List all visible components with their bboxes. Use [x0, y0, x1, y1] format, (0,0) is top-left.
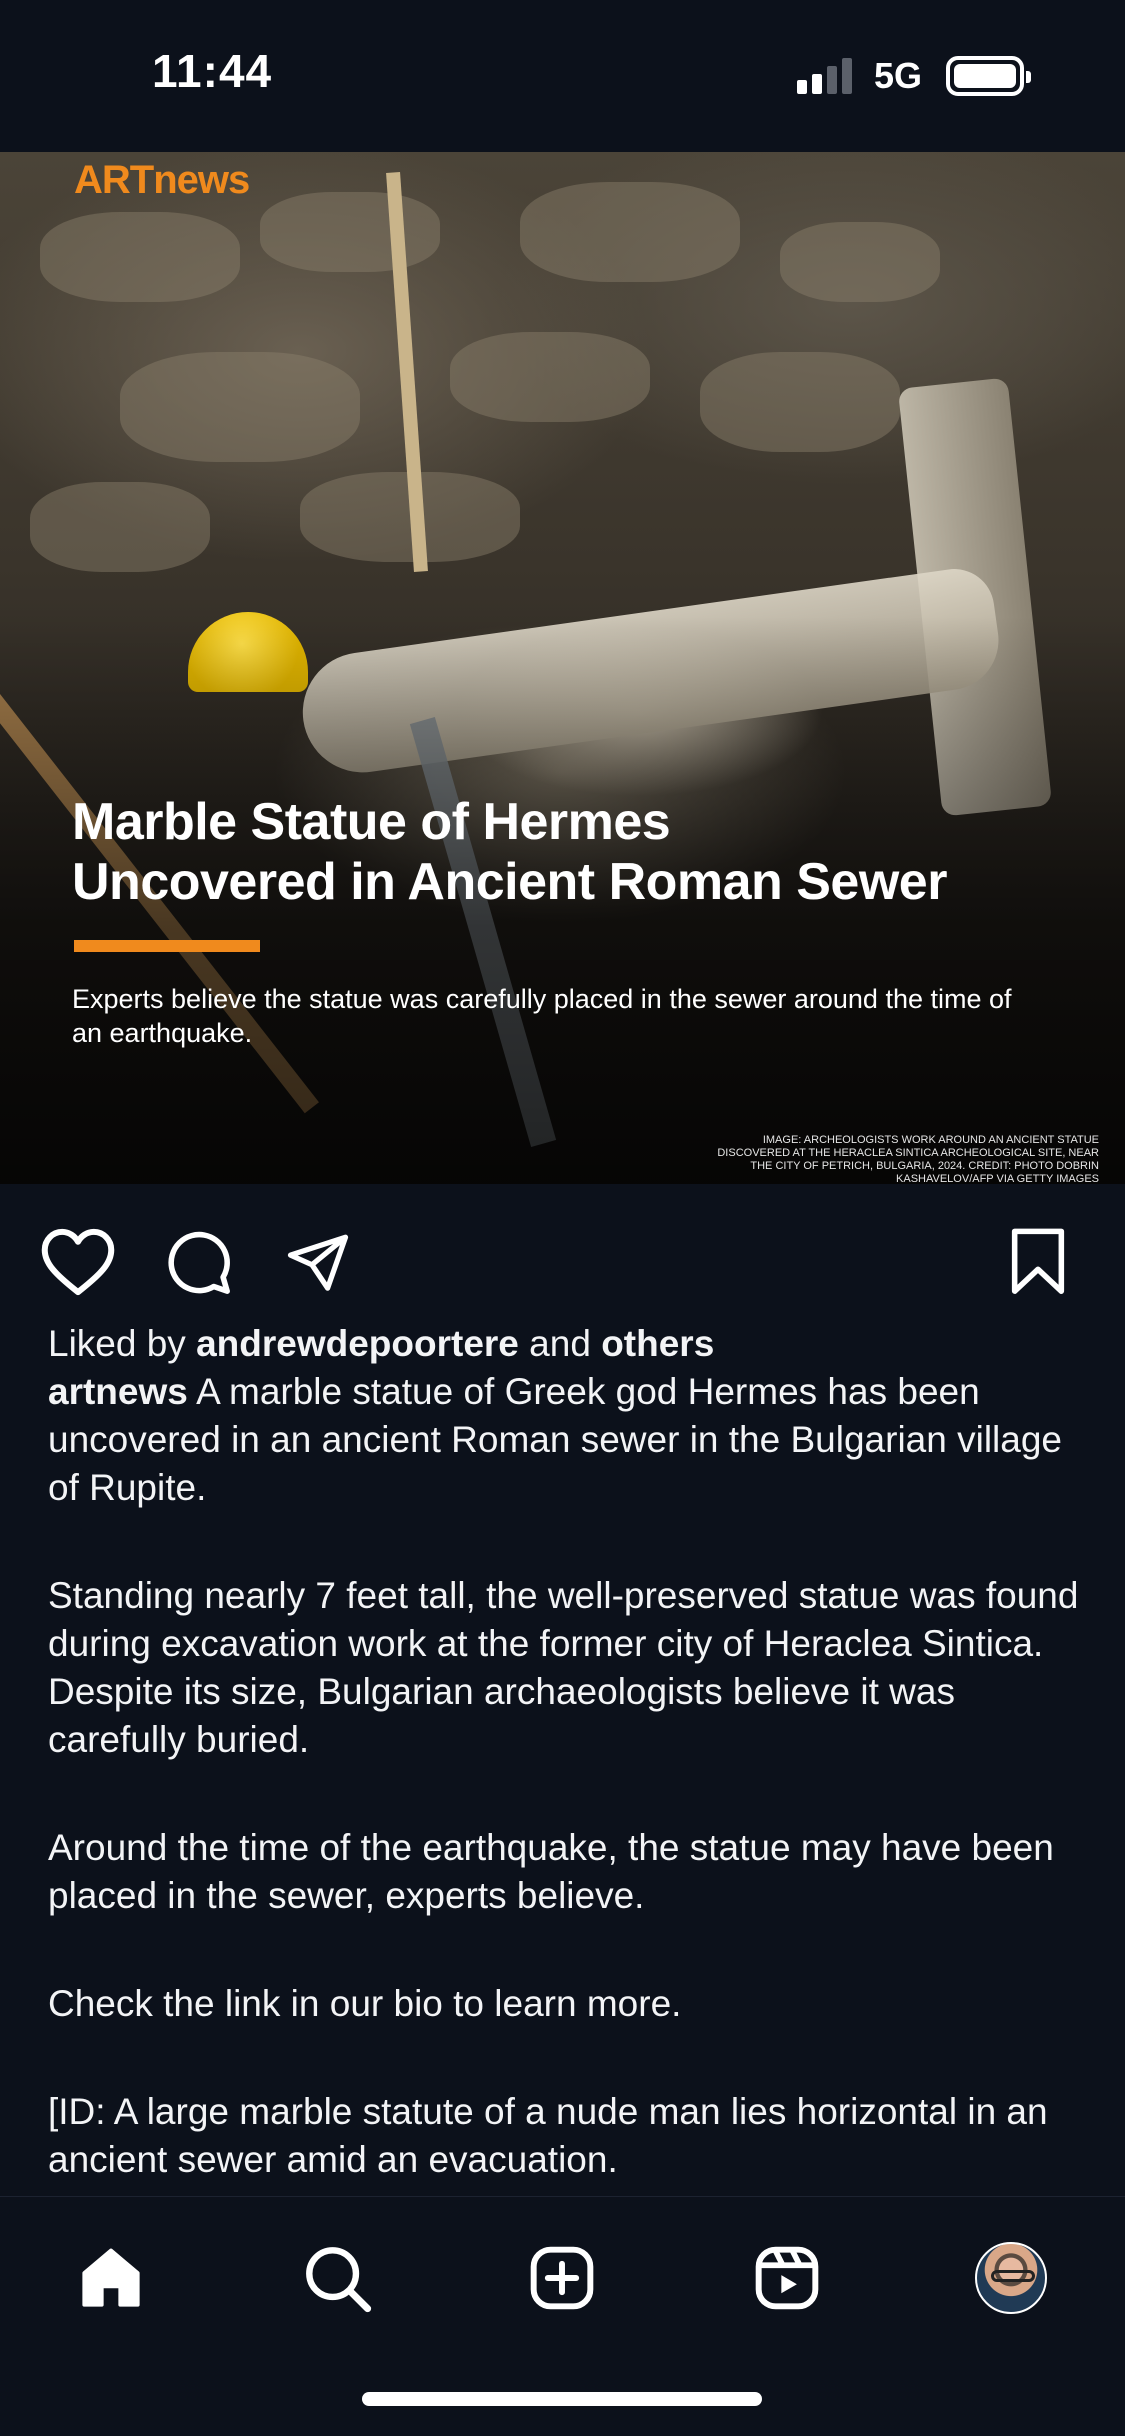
save-button[interactable]: [996, 1220, 1080, 1304]
home-icon: [82, 2248, 140, 2307]
post-caption: Liked by andrewdepoortere and others art…: [48, 1320, 1088, 2244]
bookmark-icon: [1011, 1228, 1065, 1294]
accent-bar: [74, 940, 260, 952]
headline-line-2: Uncovered in Ancient Roman Sewer: [72, 853, 947, 911]
plus-square-icon: [530, 2246, 594, 2310]
nav-profile[interactable]: [966, 2233, 1056, 2323]
caption-paragraph-5: [ID: A large marble statute of a nude ma…: [48, 2091, 1048, 2180]
cellular-signal-icon: [797, 58, 857, 94]
send-icon: [287, 1234, 349, 1291]
credit-line-3: THE CITY OF PETRICH, BULGARIA, 2024. CRE…: [750, 1160, 1099, 1172]
status-bar: 11:44 5G: [0, 0, 1125, 152]
share-button[interactable]: [276, 1220, 360, 1304]
caption-paragraph-2: Standing nearly 7 feet tall, the well-pr…: [48, 1575, 1079, 1760]
caption-paragraph-4: Check the link in our bio to learn more.: [48, 1983, 682, 2024]
liked-by: Liked by andrewdepoortere and others: [48, 1323, 715, 1364]
search-icon: [306, 2247, 372, 2313]
credit-line-1: IMAGE: ARCHEOLOGISTS WORK AROUND AN ANCI…: [762, 1134, 1099, 1146]
comment-button[interactable]: [156, 1220, 240, 1304]
post-actions: [0, 1184, 1125, 1324]
heart-icon: [41, 1228, 115, 1296]
nav-search[interactable]: [292, 2233, 382, 2323]
liked-by-others[interactable]: others: [601, 1323, 714, 1364]
like-button[interactable]: [36, 1220, 120, 1304]
battery-icon: [946, 56, 1031, 96]
credit-line-2: DISCOVERED AT THE HERACLEA SINTICA ARCHE…: [717, 1147, 1099, 1159]
image-subheadline: Experts believe the statue was carefully…: [72, 984, 1012, 1048]
reels-icon: [755, 2246, 819, 2310]
artnews-logo: ARTnews: [74, 158, 250, 202]
network-type: 5G: [874, 55, 923, 96]
image-headline: Marble Statue of Hermes Uncovered in Anc…: [72, 792, 1102, 912]
nav-home[interactable]: [66, 2233, 156, 2323]
comment-icon: [168, 1231, 230, 1294]
avatar: [975, 2242, 1047, 2314]
post-image[interactable]: ARTnews Marble Statue of Hermes Uncovere…: [0, 152, 1125, 1184]
caption-author[interactable]: artnews: [48, 1371, 188, 1412]
status-time: 11:44: [152, 45, 273, 97]
home-indicator[interactable]: [362, 2392, 762, 2406]
nav-reels[interactable]: [742, 2233, 832, 2323]
image-credit: IMAGE: ARCHEOLOGISTS WORK AROUND AN ANCI…: [579, 1134, 1099, 1184]
headline-line-1: Marble Statue of Hermes: [72, 793, 671, 851]
caption-paragraph-3: Around the time of the earthquake, the s…: [48, 1827, 1054, 1916]
nav-create[interactable]: [517, 2233, 607, 2323]
caption-paragraph-1: artnews A marble statue of Greek god Her…: [48, 1371, 1062, 1508]
credit-line-4: KASHAVELOV/AFP VIA GETTY IMAGES: [896, 1173, 1099, 1184]
liked-by-user[interactable]: andrewdepoortere: [196, 1323, 519, 1364]
